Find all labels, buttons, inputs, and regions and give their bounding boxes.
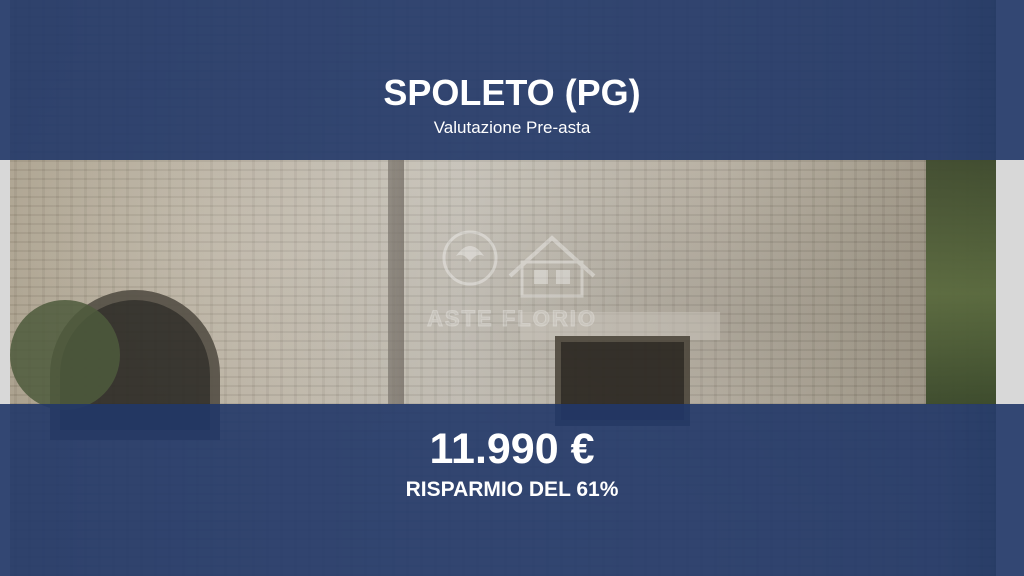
shrub	[10, 300, 120, 410]
price-label: 11.990 €	[429, 425, 595, 473]
house-lion-icon	[442, 230, 596, 298]
valuation-subtitle: Valutazione Pre-asta	[433, 118, 591, 137]
location-title: SPOLETO (PG)	[383, 72, 641, 113]
watermark-text: ASTE FLORIO	[427, 306, 597, 332]
greenery	[926, 160, 996, 404]
watermark-logo: ASTE FLORIO	[392, 218, 632, 336]
savings-label: RISPARMIO DEL 61%	[405, 478, 619, 501]
